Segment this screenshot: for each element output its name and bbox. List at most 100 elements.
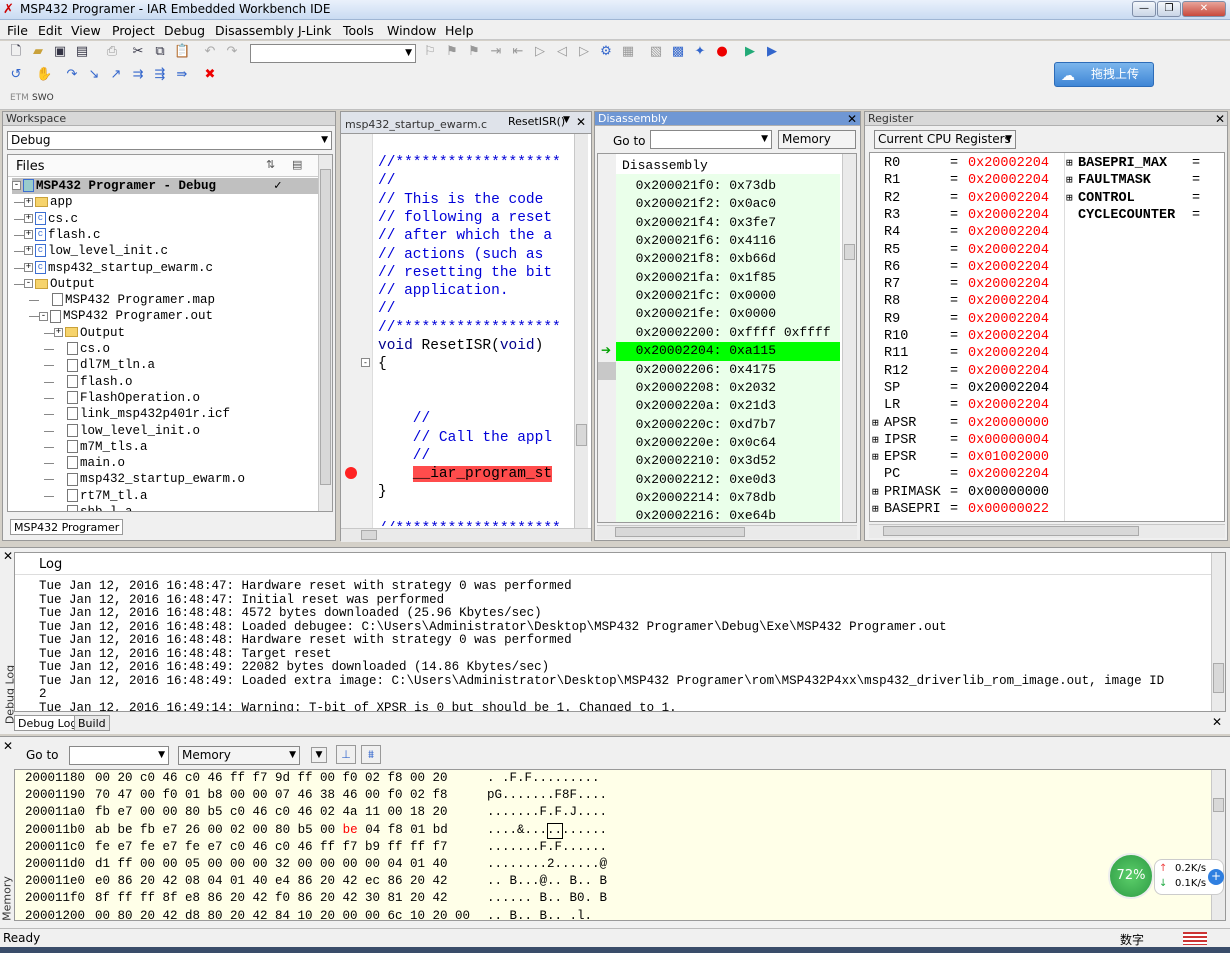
register-row[interactable]: R2 = 0x20002204	[872, 190, 1062, 207]
reg-expander-icon[interactable]: ⊞	[1066, 191, 1078, 208]
workspace-tab[interactable]: MSP432 Programer	[10, 519, 124, 535]
disassembly-close-icon[interactable]: ✕	[847, 112, 857, 126]
code-area[interactable]: //*******************//// This is the co…	[378, 154, 572, 526]
mem-byte[interactable]: 02	[230, 823, 253, 837]
copy-icon[interactable]: ⧉	[152, 44, 168, 60]
tree-expander-icon[interactable]: +	[24, 230, 33, 240]
browse-icon[interactable]: ▷	[532, 44, 548, 60]
stop-debug-icon[interactable]: ✖	[202, 67, 218, 83]
mem-byte[interactable]: be	[118, 823, 141, 837]
log-close-icon[interactable]: ✕	[3, 549, 13, 563]
reg-expander-icon[interactable]: ⊞	[872, 433, 884, 450]
memory-scroll-thumb[interactable]	[1213, 798, 1224, 812]
net-widget[interactable]: 72% ↑ 0.2K/s ↓ 0.1K/s +	[1108, 851, 1226, 903]
make-icon[interactable]: ▦	[620, 44, 636, 60]
download-debug-icon[interactable]: ▶	[742, 44, 758, 60]
menu-debug[interactable]: Debug	[164, 23, 205, 38]
mem-byte[interactable]: 26	[185, 823, 208, 837]
dis-row[interactable]: 0x200021fa: 0x1f85	[620, 269, 842, 287]
dis-row[interactable]: 0x200021f2: 0x0ac0	[620, 195, 842, 213]
toggle-breakpoint-icon[interactable]: ✦	[692, 44, 708, 60]
register-row[interactable]: R3 = 0x20002204	[872, 207, 1062, 224]
tree-item[interactable]: msp432_startup_ewarm.o	[44, 471, 245, 487]
reg-expander-icon[interactable]: ⊞	[872, 502, 884, 519]
tree-expander-icon[interactable]: +	[24, 213, 33, 223]
editor-vscrollbar[interactable]	[574, 134, 588, 528]
register-row[interactable]: ⊞ BASEPRI = 0x00000022	[872, 501, 1062, 518]
editor-scroll-thumb[interactable]	[576, 424, 587, 446]
log-tab-close-icon[interactable]: ✕	[1212, 715, 1222, 729]
tree-item[interactable]: + Output	[44, 325, 125, 341]
memory-row[interactable]: 200011e0 e0 86 20 42 08 04 01 40 e4 86 20…	[25, 873, 607, 890]
net-plus-icon[interactable]: +	[1208, 869, 1224, 885]
breakpoint-icon[interactable]: ●	[714, 44, 730, 60]
dis-row[interactable]: 0x20002212: 0xe0d3	[620, 471, 842, 489]
dis-memory-combo[interactable]: Memory	[778, 130, 856, 149]
menu-jlink[interactable]: J-Link	[298, 23, 331, 38]
dis-row[interactable]: 0x20002210: 0x3d52	[620, 452, 842, 470]
mem-byte[interactable]: 00	[253, 823, 276, 837]
stop-build-icon[interactable]: ▧	[648, 44, 664, 60]
breakpoint-marker-icon[interactable]	[345, 467, 357, 479]
memory-row[interactable]: 200011d0 d1 ff 00 00 05 00 00 00 32 00 00…	[25, 856, 607, 873]
tree-item[interactable]: link_msp432p401r.icf	[44, 406, 230, 422]
tree-expander-icon[interactable]: +	[24, 262, 33, 272]
memory-row[interactable]: 200011a0 fb e7 00 00 80 b5 c0 46 c0 46 02…	[25, 804, 607, 821]
register-row[interactable]: ⊞ APSR = 0x20000000	[872, 415, 1062, 432]
memory-close-icon[interactable]: ✕	[3, 739, 13, 753]
register-row[interactable]: R1 = 0x20002204	[872, 172, 1062, 189]
prev-bookmark-icon[interactable]: ⚑	[466, 44, 482, 60]
memory-row[interactable]: 20001180 00 20 c0 46 c0 46 ff f7 9d ff 00…	[25, 770, 600, 787]
paste-icon[interactable]: 📋	[174, 44, 190, 60]
options-icon[interactable]: ▤	[292, 158, 302, 171]
dis-row[interactable]: 0x200021f6: 0x4116	[620, 232, 842, 250]
dis-row[interactable]: 0x20002208: 0x2032	[620, 379, 842, 397]
step-over-icon[interactable]: ↷	[64, 67, 80, 83]
fold-marker-icon[interactable]: -	[361, 358, 370, 367]
register-row[interactable]: ⊞ EPSR = 0x01002000	[872, 449, 1062, 466]
swo-tab[interactable]: SWO	[32, 93, 54, 103]
menu-disassembly[interactable]: Disassembly	[215, 23, 294, 38]
mem-byte[interactable]: bd	[433, 823, 448, 837]
mem-byte[interactable]: 04	[365, 823, 388, 837]
menu-edit[interactable]: Edit	[38, 23, 62, 38]
run-to-cursor-icon[interactable]: ⇶	[152, 67, 168, 83]
tree-item[interactable]: flash.o	[44, 374, 133, 390]
mem-byte[interactable]: 00	[208, 823, 231, 837]
tree-item[interactable]: main.o	[44, 455, 125, 471]
dis-row[interactable]: 0x200021fc: 0x0000	[620, 287, 842, 305]
workspace-config-combo[interactable]: Debug ▼	[7, 131, 332, 150]
compile-icon[interactable]: ⚙	[598, 44, 614, 60]
dis-hscroll-thumb[interactable]	[615, 527, 745, 537]
tree-item[interactable]: cs.o	[44, 341, 110, 357]
editor-hscroll-thumb[interactable]	[361, 530, 377, 540]
reg-expander-icon[interactable]: ⊞	[872, 450, 884, 467]
tree-item[interactable]: m7M_tls.a	[44, 439, 148, 455]
mem-byte[interactable]: be	[343, 823, 366, 837]
tree-expander-icon[interactable]: +	[24, 197, 33, 207]
dis-row[interactable]: 0x20002204: 0xa115	[616, 342, 840, 361]
open-icon[interactable]: ▰	[30, 44, 46, 60]
register-row[interactable]: PC = 0x20002204	[872, 466, 1062, 483]
register-close-icon[interactable]: ✕	[1215, 112, 1225, 126]
register-row[interactable]: ⊞ PRIMASK = 0x00000000	[872, 484, 1062, 501]
find-combo[interactable]: ▼	[250, 44, 416, 63]
undo-icon[interactable]: ↶	[202, 44, 218, 60]
register-row[interactable]: ⊞ FAULTMASK =	[1066, 172, 1224, 189]
func-combo[interactable]: ResetISR()	[508, 115, 565, 128]
sort-icon[interactable]: ⇅	[266, 158, 275, 171]
log-scroll-thumb[interactable]	[1213, 663, 1224, 693]
register-row[interactable]: R11 = 0x20002204	[872, 345, 1062, 362]
tree-item[interactable]: FlashOperation.o	[44, 390, 200, 406]
save-all-icon[interactable]: ▤	[74, 44, 90, 60]
register-hscroll-thumb[interactable]	[883, 526, 1139, 536]
tree-expander-icon[interactable]: -	[24, 279, 33, 288]
next-statement-icon[interactable]: ⇉	[130, 67, 146, 83]
tree-item[interactable]: low_level_init.o	[44, 423, 200, 439]
tree-vscrollbar[interactable]	[318, 155, 332, 511]
mem-byte[interactable]: fb	[140, 823, 163, 837]
editor-hscrollbar[interactable]	[341, 528, 591, 542]
cut-icon[interactable]: ✂	[130, 44, 146, 60]
mem-byte[interactable]: ab	[95, 823, 118, 837]
tree-item[interactable]: shb_l.a	[54, 504, 133, 511]
